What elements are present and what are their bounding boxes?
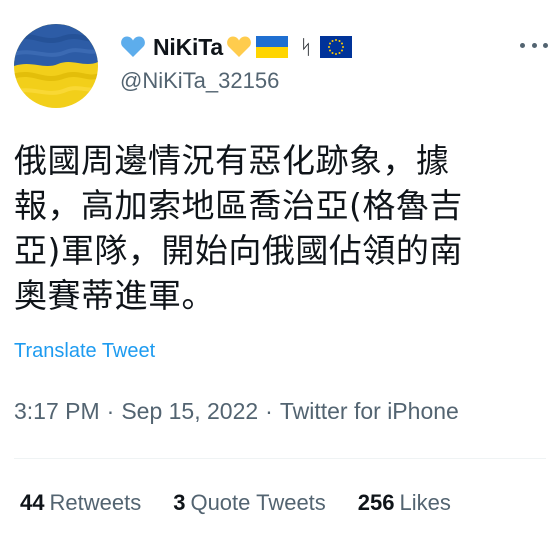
- tweet-source[interactable]: Twitter for iPhone: [280, 398, 459, 424]
- user-handle[interactable]: @NiKiTa_32156: [120, 68, 356, 94]
- blue-heart-icon: [120, 35, 146, 59]
- meta-separator: ·: [265, 398, 273, 424]
- divider: [14, 458, 546, 459]
- avatar[interactable]: [14, 24, 98, 108]
- author-block: NiKiTa ᛋ @NiKiTa_32156: [120, 30, 356, 94]
- retweets-stat[interactable]: 44 Retweets: [20, 490, 141, 516]
- translate-tweet-link[interactable]: Translate Tweet: [14, 340, 155, 363]
- tweet-date[interactable]: Sep 15, 2022: [121, 398, 258, 424]
- display-name: NiKiTa: [153, 33, 223, 60]
- display-name-row[interactable]: NiKiTa ᛋ: [120, 30, 356, 64]
- quote-tweets-label: Quote Tweets: [190, 490, 326, 515]
- tweet-time[interactable]: 3:17 PM: [14, 398, 100, 424]
- tweet-text: 俄國周邊情況有惡化跡象，據 報，高加索地區喬治亞(格魯吉 亞)軍隊，開始向俄國佔…: [14, 141, 463, 315]
- more-options-icon[interactable]: [520, 38, 548, 52]
- ukraine-flag-avatar-icon: [14, 24, 98, 108]
- retweets-count: 44: [20, 490, 45, 515]
- rune-icon: ᛋ: [299, 35, 312, 59]
- meta-separator: ·: [106, 398, 115, 424]
- eu-flag-icon: [319, 36, 352, 58]
- engagement-stats: 44 Retweets 3 Quote Tweets 256 Likes: [20, 490, 483, 516]
- likes-label: Likes: [399, 490, 451, 515]
- retweets-label: Retweets: [49, 490, 142, 515]
- likes-stat[interactable]: 256 Likes: [358, 490, 451, 516]
- likes-count: 256: [357, 490, 395, 515]
- yellow-heart-icon: [226, 35, 252, 59]
- quote-tweets-stat[interactable]: 3 Quote Tweets: [173, 490, 326, 516]
- ukraine-flag-icon: [255, 36, 288, 58]
- quote-tweets-count: 3: [173, 490, 186, 515]
- tweet-meta: 3:17 PM · Sep 15, 2022 · Twitter for iPhone: [14, 398, 459, 425]
